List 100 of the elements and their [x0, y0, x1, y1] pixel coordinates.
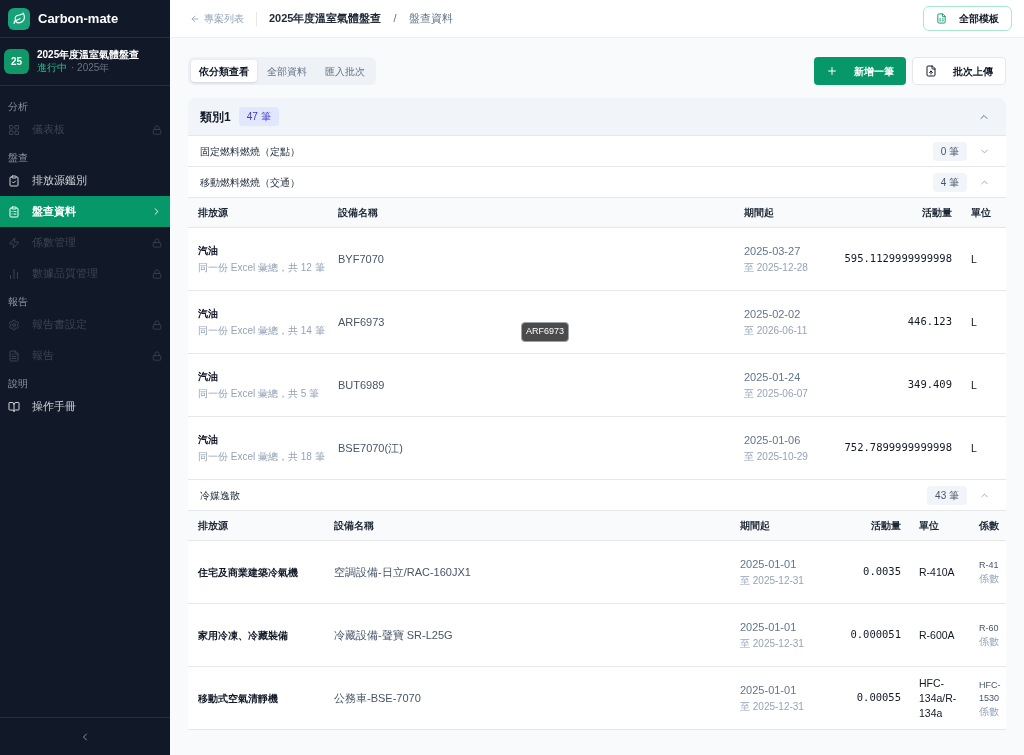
lock-icon — [152, 124, 162, 135]
activity-amount: 752.7899999999998 — [844, 440, 952, 456]
batch-upload-button[interactable]: 批次上傳 — [912, 57, 1006, 85]
project-year: · 2025年 — [71, 61, 110, 74]
tooltip: ARF6973 — [521, 322, 570, 342]
back-link[interactable]: 專案列表 — [190, 11, 244, 26]
activity-amount: 595.1129999999998 — [844, 251, 952, 267]
source-note: 同一份 Excel 彙總，共 18 筆 — [198, 450, 326, 464]
device-name: ARF6973 — [338, 314, 385, 330]
view-tab[interactable]: 依分類查看 — [191, 60, 257, 82]
column-header: 活動量 — [871, 519, 901, 533]
sidebar-item[interactable]: 操作手冊 — [0, 391, 170, 422]
count-badge: 47 筆 — [238, 107, 279, 126]
column-header: 設備名稱 — [338, 206, 378, 220]
group-title: 移動燃料燃燒（交通） — [200, 175, 300, 190]
section-label: 分析 — [7, 99, 29, 114]
count-badge: 0 筆 — [932, 141, 967, 161]
brand-name: Carbon-mate — [38, 9, 119, 28]
device-name: BUT6989 — [338, 377, 385, 393]
breadcrumb-item[interactable]: 2025年度溫室氣體盤查 — [269, 10, 382, 27]
grid-icon — [8, 123, 20, 136]
sidebar-item[interactable]: 排放源鑑別 — [0, 165, 170, 196]
unit-text: L — [971, 251, 977, 267]
project-status: 進行中 — [37, 61, 67, 74]
lock-icon — [152, 268, 162, 279]
activity-amount: 349.409 — [907, 377, 952, 393]
plus-icon — [826, 65, 838, 77]
activity-amount: 0.00055 — [856, 690, 901, 706]
unit-text: L — [971, 377, 977, 393]
device-name: 冷藏設備-聲寶 SR-L25G — [334, 627, 453, 643]
lock-icon — [152, 319, 162, 330]
source-name: 家用冷凍、冷藏裝備 — [198, 628, 289, 643]
end-date: 至 2026-06-11 — [744, 323, 809, 338]
activity-amount: 446.123 — [907, 314, 952, 330]
source-name: 汽油 — [198, 307, 219, 321]
section-label: 說明 — [7, 376, 29, 391]
start-date: 2025-01-01 — [740, 620, 798, 636]
start-date: 2025-02-02 — [744, 307, 802, 323]
source-name: 移動式空氣清靜機 — [198, 691, 279, 706]
count-badge: 4 筆 — [932, 172, 967, 192]
factor-text: R-60 — [979, 622, 1000, 635]
factor-text: R-41 — [979, 559, 1000, 572]
end-date: 至 2025-12-31 — [740, 699, 805, 714]
column-header: 期間起 — [744, 206, 774, 220]
group-title: 冷媒逸散 — [200, 488, 240, 503]
unit-text: HFC-134a/R-134a — [919, 675, 958, 721]
activity-amount: 0.0035 — [863, 564, 901, 580]
end-date: 至 2025-06-07 — [744, 386, 809, 401]
device-name: 公務車-BSE-7070 — [334, 690, 421, 706]
factor-text: HFC- — [979, 678, 1002, 692]
unit-text: L — [971, 314, 977, 330]
template-button[interactable]: 全部模板 — [923, 6, 1012, 31]
activity-amount: 0.000051 — [850, 627, 901, 643]
project-title: 2025年度溫室氣體盤查 — [37, 49, 140, 62]
column-header: 係數 — [979, 519, 999, 533]
source-note: 同一份 Excel 彙總，共 12 筆 — [198, 261, 326, 275]
section-label: 盤查 — [7, 150, 29, 165]
sidebar-item[interactable]: 盤查資料 — [0, 196, 170, 227]
factor-text: 係數 — [979, 704, 1000, 718]
factor-text: 1530 — [979, 691, 1001, 705]
source-note: 同一份 Excel 彙總，共 14 筆 — [198, 324, 326, 338]
add-record-button[interactable]: 新增一筆 — [814, 57, 906, 85]
column-header: 活動量 — [922, 206, 952, 220]
lightning-icon — [8, 236, 20, 249]
unit-text: R-410A — [919, 564, 955, 580]
group-title: 固定燃料燃燒（定點） — [200, 144, 300, 159]
device-name: BYF7070 — [338, 251, 384, 267]
source-name: 汽油 — [198, 370, 219, 384]
column-header: 單位 — [971, 206, 991, 220]
breadcrumb-separator: / — [393, 11, 397, 27]
view-tab[interactable]: 匯入批次 — [317, 60, 373, 82]
source-name: 汽油 — [198, 244, 219, 258]
category-title: 類別1 — [200, 108, 231, 126]
spreadsheet-icon — [936, 13, 947, 24]
book-icon — [8, 400, 20, 413]
unit-text: L — [971, 440, 977, 456]
factor-text: 係數 — [979, 572, 1000, 585]
end-date: 至 2025-10-29 — [744, 449, 809, 464]
count-badge: 43 筆 — [927, 485, 967, 505]
source-note: 同一份 Excel 彙總，共 5 筆 — [198, 387, 321, 401]
column-header: 單位 — [919, 519, 939, 533]
clipboard-list-icon — [8, 205, 20, 218]
bar-chart-icon — [8, 267, 20, 280]
arrow-left-icon — [190, 13, 200, 24]
start-date: 2025-03-27 — [744, 244, 802, 260]
column-header: 期間起 — [740, 519, 770, 533]
settings-icon — [8, 318, 20, 331]
start-date: 2025-01-24 — [744, 370, 802, 386]
start-date: 2025-01-06 — [744, 433, 802, 449]
source-name: 住宅及商業建築冷氣機 — [198, 565, 299, 580]
clipboard-check-icon — [8, 174, 20, 187]
view-tab[interactable]: 全部資料 — [259, 60, 315, 82]
column-header: 設備名稱 — [334, 519, 374, 533]
section-label: 報告 — [7, 294, 29, 309]
start-date: 2025-01-01 — [740, 683, 798, 699]
column-header: 排放源 — [198, 519, 228, 533]
lock-icon — [152, 350, 162, 361]
file-upload-icon — [925, 65, 937, 77]
project-badge: 25 — [4, 49, 29, 74]
lock-icon — [152, 237, 162, 248]
